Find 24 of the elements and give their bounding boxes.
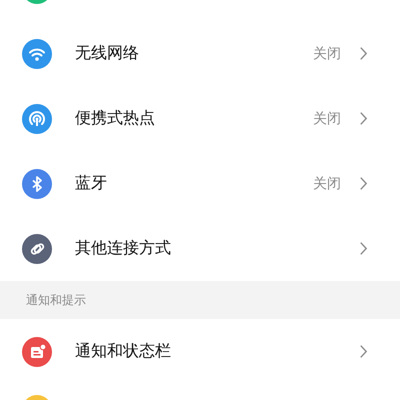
settings-item[interactable]: 便携式热点 关闭: [0, 86, 400, 151]
item-label: 蓝牙: [75, 173, 108, 194]
status-text: 关闭: [313, 44, 341, 62]
hotspot-icon: [22, 104, 52, 134]
item-label: 无线网络: [75, 43, 140, 64]
link-icon: [22, 234, 52, 264]
settings-item[interactable]: 蓝牙 关闭: [0, 151, 400, 216]
wifi-icon: [22, 38, 52, 68]
chevron-right-icon: [359, 111, 368, 126]
settings-item[interactable]: 通知和状态栏: [0, 319, 400, 384]
chevron-right-icon: [359, 176, 368, 191]
bluetooth-icon: [22, 168, 52, 198]
item-label: 其他连接方式: [75, 238, 172, 259]
chevron-right-icon: [359, 241, 368, 256]
item-label: 便携式热点: [75, 108, 156, 129]
section-header: 通知和提示: [26, 292, 86, 308]
item-label: 通知和状态栏: [75, 341, 172, 362]
status-text: 关闭: [313, 174, 341, 192]
notification-icon: [22, 336, 52, 366]
chevron-right-icon: [359, 344, 368, 359]
settings-item[interactable]: 其他连接方式: [0, 216, 400, 281]
chevron-right-icon: [359, 46, 368, 61]
status-text: 关闭: [313, 110, 341, 128]
settings-item[interactable]: 无线网络 关闭: [0, 21, 400, 86]
